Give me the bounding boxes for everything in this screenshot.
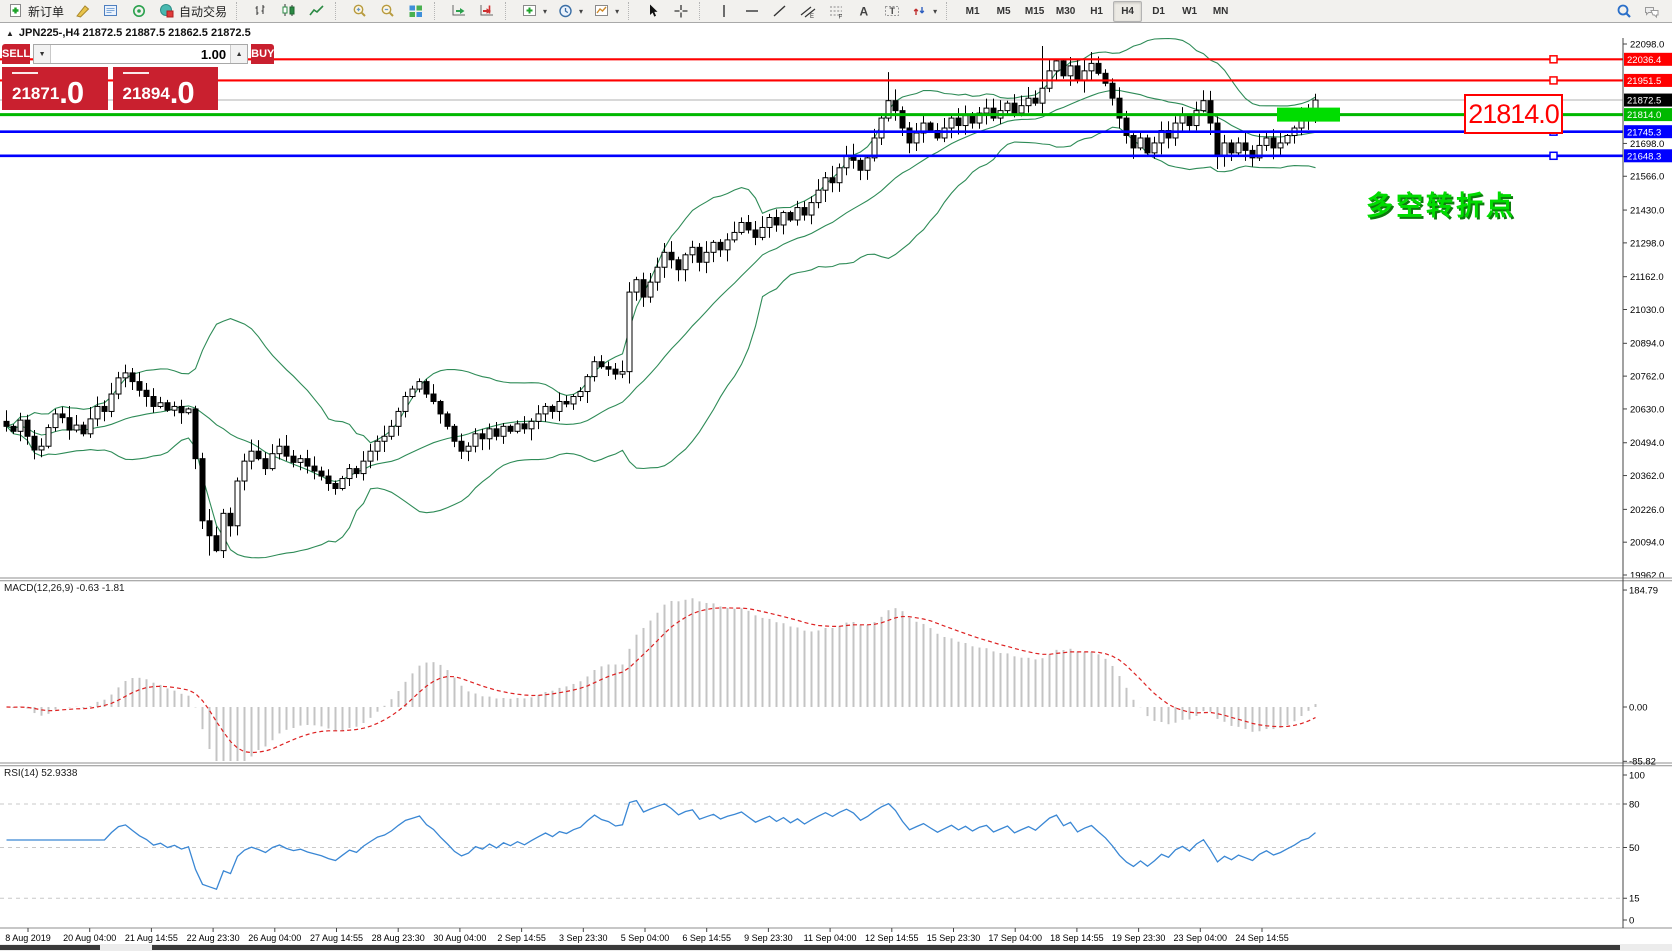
- volume-spinner: ▼ ▲: [33, 44, 248, 64]
- svg-text:-85.82: -85.82: [1629, 757, 1656, 768]
- svg-text:20494.0: 20494.0: [1630, 438, 1664, 449]
- svg-text:21745.3: 21745.3: [1627, 127, 1661, 138]
- svg-text:21566.0: 21566.0: [1630, 172, 1664, 183]
- svg-text:20362.0: 20362.0: [1630, 471, 1664, 482]
- buy-button[interactable]: BUY: [251, 44, 274, 64]
- svg-text:100: 100: [1629, 770, 1645, 781]
- svg-text:30 Aug 04:00: 30 Aug 04:00: [433, 933, 486, 943]
- svg-text:24 Sep 14:55: 24 Sep 14:55: [1235, 933, 1289, 943]
- volume-decrease-button[interactable]: ▼: [34, 45, 51, 63]
- buy-price-display[interactable]: 21894 .0: [113, 67, 219, 110]
- volume-input[interactable]: [51, 45, 230, 63]
- svg-text:15 Sep 23:30: 15 Sep 23:30: [927, 933, 981, 943]
- symbol-ohlc-line[interactable]: ▲ JPN225-,H4 21872.5 21887.5 21862.5 218…: [6, 27, 251, 39]
- macd-indicator-label: MACD(12,26,9) -0.63 -1.81: [4, 583, 125, 594]
- volume-increase-button[interactable]: ▲: [230, 45, 247, 63]
- svg-text:21951.5: 21951.5: [1627, 76, 1661, 87]
- svg-text:23 Sep 04:00: 23 Sep 04:00: [1174, 933, 1228, 943]
- svg-text:21298.0: 21298.0: [1630, 238, 1664, 249]
- svg-text:22098.0: 22098.0: [1630, 39, 1664, 50]
- svg-text:19 Sep 23:30: 19 Sep 23:30: [1112, 933, 1166, 943]
- sell-price-display[interactable]: 21871 .0: [2, 67, 108, 110]
- price-callout-21814[interactable]: 21814.0: [1464, 94, 1563, 134]
- one-click-trading-panel: SELL ▼ ▲ BUY 21871 .0 21894 .0: [2, 44, 218, 110]
- sell-price-pips: .0: [59, 80, 83, 106]
- svg-text:15: 15: [1629, 894, 1640, 905]
- svg-text:9 Sep 23:30: 9 Sep 23:30: [744, 933, 793, 943]
- buy-price-pips: .0: [170, 80, 194, 106]
- svg-text:21872.5: 21872.5: [1627, 96, 1661, 107]
- annotation-text[interactable]: 多空转折点: [1366, 184, 1516, 223]
- symbol-ohlc-text: JPN225-,H4 21872.5 21887.5 21862.5 21872…: [19, 27, 251, 39]
- svg-text:21162.0: 21162.0: [1630, 272, 1664, 283]
- svg-text:21430.0: 21430.0: [1630, 205, 1664, 216]
- svg-text:20226.0: 20226.0: [1630, 505, 1664, 516]
- svg-text:28 Aug 23:30: 28 Aug 23:30: [372, 933, 425, 943]
- svg-text:8 Aug 2019: 8 Aug 2019: [5, 933, 51, 943]
- svg-text:184.79: 184.79: [1629, 585, 1658, 596]
- svg-text:0.00: 0.00: [1629, 702, 1648, 713]
- svg-text:20094.0: 20094.0: [1630, 538, 1664, 549]
- svg-text:22 Aug 23:30: 22 Aug 23:30: [187, 933, 240, 943]
- chart-canvas[interactable]: 22098.0 21698.0 21566.0 21430.0 21298.0 21162…: [0, 0, 1672, 951]
- svg-text:20 Aug 04:00: 20 Aug 04:00: [63, 933, 116, 943]
- sell-button[interactable]: SELL: [2, 44, 30, 64]
- svg-text:20762.0: 20762.0: [1630, 372, 1664, 383]
- svg-text:20630.0: 20630.0: [1630, 404, 1664, 415]
- svg-text:6 Sep 14:55: 6 Sep 14:55: [682, 933, 731, 943]
- svg-text:50: 50: [1629, 843, 1640, 854]
- buy-price-main: 21894: [123, 85, 170, 102]
- mt4-window: 新订单自动交易▾▾▾EFAT▾M1M5M15M30H1H4D1W1MN 2209…: [0, 0, 1672, 951]
- svg-text:18 Sep 14:55: 18 Sep 14:55: [1050, 933, 1104, 943]
- svg-text:21030.0: 21030.0: [1630, 305, 1664, 316]
- svg-text:3 Sep 23:30: 3 Sep 23:30: [559, 933, 608, 943]
- svg-text:0: 0: [1629, 915, 1634, 926]
- svg-text:21648.3: 21648.3: [1627, 151, 1661, 162]
- svg-text:21 Aug 14:55: 21 Aug 14:55: [125, 933, 178, 943]
- svg-text:22036.4: 22036.4: [1627, 55, 1661, 66]
- svg-text:21814.0: 21814.0: [1627, 110, 1661, 121]
- svg-text:21698.0: 21698.0: [1630, 139, 1664, 150]
- svg-text:11 Sep 04:00: 11 Sep 04:00: [804, 933, 857, 943]
- collapse-triangle-icon[interactable]: ▲: [6, 29, 14, 38]
- svg-text:17 Sep 04:00: 17 Sep 04:00: [988, 933, 1042, 943]
- svg-text:27 Aug 14:55: 27 Aug 14:55: [310, 933, 363, 943]
- svg-text:2 Sep 14:55: 2 Sep 14:55: [497, 933, 546, 943]
- svg-text:5 Sep 04:00: 5 Sep 04:00: [621, 933, 670, 943]
- svg-text:20894.0: 20894.0: [1630, 339, 1664, 350]
- sell-price-main: 21871: [12, 85, 59, 102]
- svg-text:80: 80: [1629, 799, 1640, 810]
- svg-text:19962.0: 19962.0: [1630, 570, 1664, 581]
- svg-text:12 Sep 14:55: 12 Sep 14:55: [865, 933, 919, 943]
- svg-text:26 Aug 04:00: 26 Aug 04:00: [248, 933, 301, 943]
- rsi-indicator-label: RSI(14) 52.9338: [4, 768, 77, 779]
